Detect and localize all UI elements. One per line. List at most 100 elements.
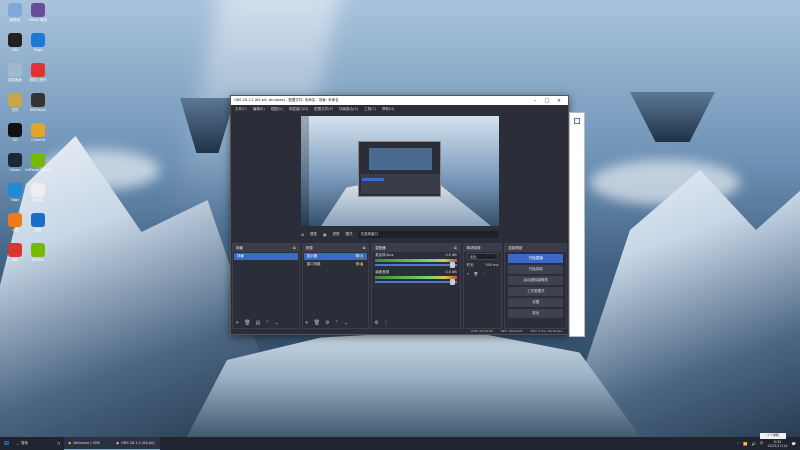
trash-icon[interactable]: 🗑	[244, 320, 250, 326]
app-icon	[31, 243, 45, 257]
scene-item[interactable]: 场景	[234, 253, 298, 260]
taskbar-app-label: Welcome | OBS	[73, 441, 100, 445]
menu-view[interactable]: 视图(V)	[271, 107, 283, 112]
rec-status: REC: 00:00:00	[500, 329, 523, 333]
background-window-edge[interactable]	[569, 112, 585, 337]
app-icon	[8, 93, 22, 107]
network-icon[interactable]: 📶	[743, 442, 747, 446]
menu-tools[interactable]: 工具(T)	[364, 107, 376, 112]
more-icon[interactable]: ⋮	[482, 272, 486, 276]
status-bar: LIVE: 00:00:00 REC: 00:00:00 CPU: 0.0%, …	[231, 328, 568, 334]
start-streaming-button[interactable]: 开始直播	[508, 254, 564, 263]
obs-window[interactable]: OBS 28.1.2 (64-bit, windows) - 配置文件: 未命名…	[230, 95, 569, 335]
ime-icon[interactable]: 中	[760, 441, 764, 446]
windows-icon: ⊞	[4, 440, 10, 447]
maximize-button[interactable]: □	[541, 98, 553, 104]
taskbar-app-chrome[interactable]: ● Welcome | OBS	[64, 437, 113, 450]
controls-header: 控制按钮	[508, 246, 523, 250]
nested-preview	[369, 148, 432, 170]
gear-icon[interactable]: ⚙	[301, 233, 304, 237]
dock-menu-icon[interactable]: ⧉	[363, 246, 366, 250]
desktop-icon[interactable]: Mirror 驱动	[25, 3, 51, 23]
desktop-icon[interactable]: 迅雷	[25, 213, 51, 233]
desktop-icon[interactable]: NVIDIA	[25, 243, 51, 262]
desktop-icon-label: GeForce Experience	[25, 168, 51, 172]
tray-chevron-icon[interactable]: ⌃	[736, 442, 739, 446]
source-item[interactable]: 显示器 👁🔒	[303, 253, 368, 260]
menu-profile[interactable]: 配置文件(P)	[314, 107, 333, 112]
add-icon[interactable]: +	[467, 272, 470, 276]
notification-icon[interactable]: 💬	[792, 442, 796, 446]
menu-help[interactable]: 帮助(H)	[382, 107, 394, 112]
trash-icon[interactable]: 🗑	[314, 320, 320, 326]
desktop-icon[interactable]: 记事本	[25, 183, 51, 203]
system-tray: ⌃ 📶 🔊 中 9:32 2022/11/14 💬	[736, 440, 800, 448]
desktop-icon-label: 网易云音乐	[29, 78, 47, 82]
desktop-icon[interactable]: GeForce Experience	[25, 153, 51, 172]
window-select[interactable]: 无选择窗口	[358, 231, 498, 238]
gear-icon[interactable]: ⚙	[374, 320, 378, 326]
taskbar-app-obs[interactable]: ◉ OBS 28.1.2 (64-bit)	[112, 437, 161, 450]
eye-lock-icon[interactable]: 👁🔒	[355, 262, 364, 267]
dock-menu-icon[interactable]: ⧉	[454, 246, 457, 250]
eye-lock-icon[interactable]: 👁🔒	[355, 254, 364, 259]
menu-file[interactable]: 文件(F)	[235, 107, 247, 112]
more-icon[interactable]: ⋮	[384, 320, 389, 326]
close-button[interactable]: ×	[553, 98, 565, 104]
app-icon	[8, 123, 22, 137]
duration-input[interactable]: 300 ms	[485, 263, 498, 268]
properties-button[interactable]: 属性	[310, 232, 317, 237]
desktop-icon[interactable]: 网易云音乐	[25, 63, 51, 83]
transitions-header: 转场特效	[466, 246, 481, 250]
add-icon[interactable]: +	[235, 320, 239, 326]
chevron-up-icon[interactable]: ⌃	[335, 320, 339, 326]
title-bar[interactable]: OBS 28.1.2 (64-bit, windows) - 配置文件: 未命名…	[231, 96, 568, 105]
menu-docks[interactable]: 停靠窗口(D)	[289, 107, 308, 112]
filters-button[interactable]: 滤镜	[332, 232, 339, 237]
cpu-status: CPU: 0.0%, 60.00 fps	[530, 329, 562, 333]
start-button[interactable]: ⊞	[0, 437, 13, 450]
app-icon	[8, 183, 22, 197]
clock[interactable]: 9:32 2022/11/14	[767, 440, 787, 448]
studio-mode-button[interactable]: 工作室模式	[508, 287, 564, 296]
start-recording-button[interactable]: 开始录制	[508, 265, 564, 274]
minimize-button[interactable]: –	[529, 98, 541, 104]
clock-date: 2022/11/14	[767, 443, 788, 448]
menu-scene-collection[interactable]: 场景集合(S)	[339, 107, 358, 112]
virtual-camera-button[interactable]: 启动虚拟摄像机	[508, 276, 564, 285]
channel-db: 0.0 dB	[445, 270, 457, 274]
nested-selection	[362, 178, 384, 181]
add-icon[interactable]: +	[305, 320, 309, 326]
chevron-down-icon[interactable]: ⌄	[275, 320, 279, 326]
volume-slider[interactable]	[375, 262, 457, 268]
desktop-icon[interactable]: KMPlayer	[25, 93, 51, 112]
dock-area: 场景 ⧉ 场景 + 🗑 ▤ ⌃ ⌄ 来源 ⧉ 显示器 👁🔒 窗口采集 👁🔒 + 🗑 ⚙ ⌃ ⌄ 混音器 ⧉…	[231, 243, 568, 329]
trash-icon[interactable]: 🗑	[474, 272, 478, 276]
preview-icon-column	[301, 116, 309, 226]
source-item[interactable]: 窗口采集 👁🔒	[304, 261, 368, 268]
desktop-icon-label: Chrome	[31, 138, 45, 142]
app-icon	[8, 243, 22, 257]
chevron-down-icon[interactable]: ⌄	[344, 320, 348, 326]
menu-edit[interactable]: 编辑(E)	[253, 107, 265, 112]
settings-button[interactable]: 设置	[508, 298, 564, 307]
source-label: 窗口采集	[306, 262, 321, 266]
volume-slider[interactable]	[375, 279, 457, 285]
gear-icon[interactable]: ⚙	[325, 320, 329, 326]
obs-icon: ◉	[116, 441, 120, 445]
exit-button[interactable]: 退出	[508, 309, 564, 318]
volume-icon[interactable]: 🔊	[752, 442, 756, 446]
preview-canvas[interactable]	[301, 116, 499, 226]
transition-select[interactable]: 淡出	[466, 253, 499, 260]
desktop-icon-label: Mirror 驱动	[28, 18, 48, 22]
desktop-icon[interactable]: Chrome	[25, 123, 51, 142]
chevron-up-icon[interactable]: ⌃	[265, 320, 269, 326]
filter-icon[interactable]: ▤	[256, 320, 261, 326]
filter-icon[interactable]: ▦	[323, 233, 326, 237]
desktop-icon-label: NVIDIA	[31, 258, 45, 262]
app-icon	[8, 153, 22, 167]
desktop-icon[interactable]: Edge	[25, 33, 51, 52]
dock-menu-icon[interactable]: ⧉	[293, 246, 296, 250]
search-box[interactable]: ⌕ 搜索	[13, 437, 53, 450]
task-view-button[interactable]: ❐	[53, 437, 64, 450]
